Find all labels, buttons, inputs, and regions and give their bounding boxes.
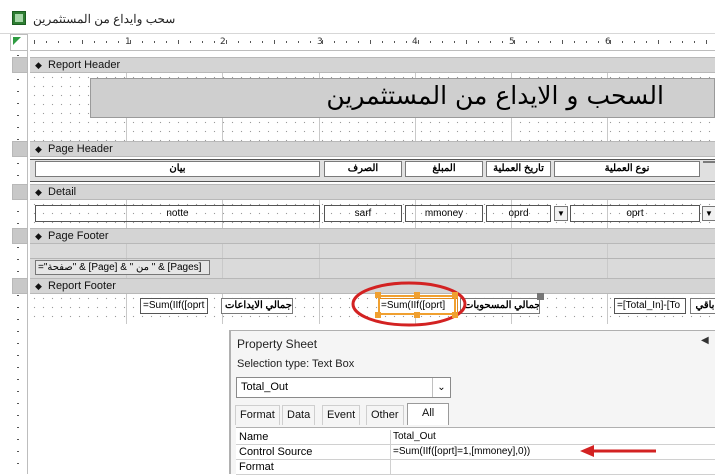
arrow-head-icon <box>580 445 594 457</box>
annotation-arrow <box>580 445 656 457</box>
